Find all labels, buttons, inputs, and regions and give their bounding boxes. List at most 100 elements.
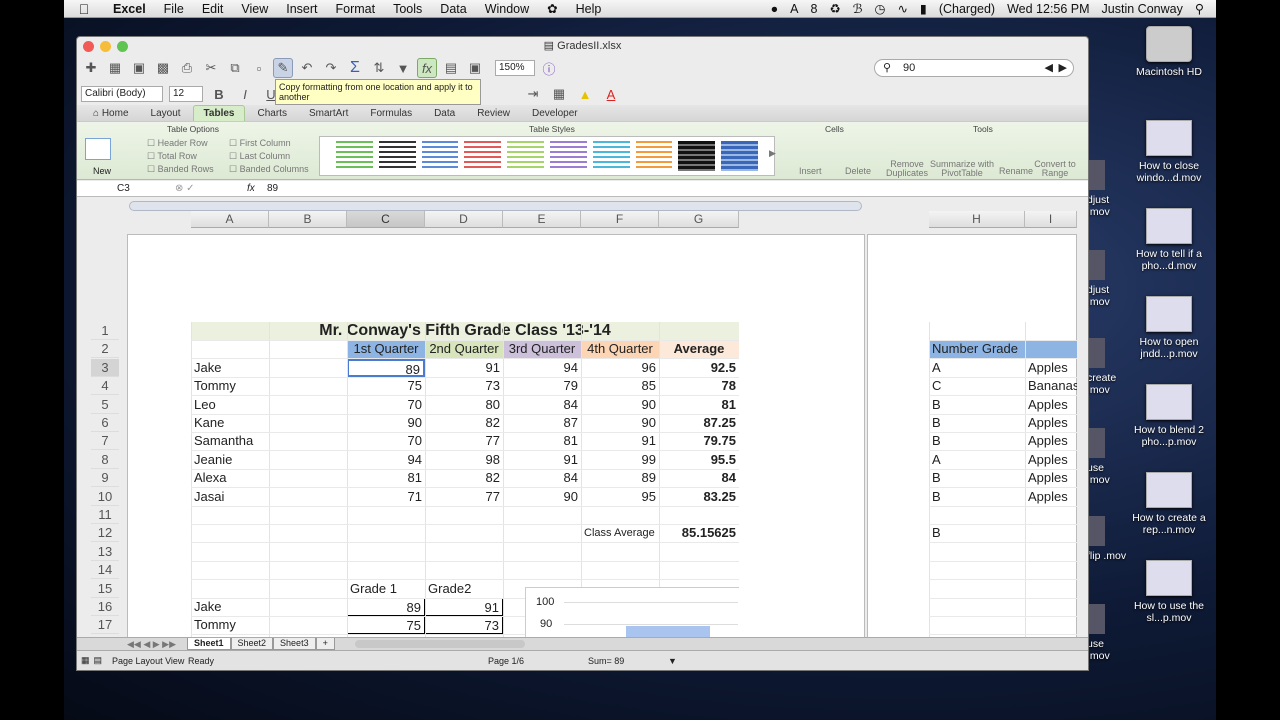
grade-cell[interactable]: 85 bbox=[581, 377, 659, 395]
number-grade-header[interactable]: Number Grade bbox=[929, 340, 1077, 359]
average-cell[interactable]: 83.25 bbox=[659, 488, 739, 506]
grade-cell[interactable]: 90 bbox=[503, 488, 581, 506]
desktop-icon-partial[interactable]: djust .mov bbox=[1087, 160, 1127, 218]
student-name[interactable]: Samantha bbox=[191, 432, 269, 450]
grade-cell[interactable]: 90 bbox=[581, 396, 659, 414]
desktop-icon-partial[interactable]: use .mov bbox=[1087, 604, 1127, 662]
tab-data[interactable]: Data bbox=[424, 106, 465, 121]
average-cell[interactable]: 79.75 bbox=[659, 432, 739, 450]
letter-grade-cell[interactable]: B bbox=[929, 396, 1025, 414]
gallery-icon[interactable]: ▦ bbox=[105, 58, 125, 78]
average-cell[interactable]: 92.5 bbox=[659, 359, 739, 377]
column-label[interactable]: 2nd Quarter bbox=[425, 340, 503, 359]
menu-help[interactable]: Help bbox=[567, 2, 611, 16]
fill-color-icon[interactable]: ▲ bbox=[575, 84, 595, 104]
grade-cell[interactable]: 70 bbox=[347, 396, 425, 414]
column-header-g[interactable]: G bbox=[659, 211, 739, 228]
column-label[interactable]: 3rd Quarter bbox=[503, 340, 581, 359]
column-header-e[interactable]: E bbox=[503, 211, 581, 228]
row-header-7[interactable]: 7 bbox=[91, 432, 119, 451]
grade-cell[interactable]: 77 bbox=[425, 488, 503, 506]
grade-cell[interactable]: 75 bbox=[347, 377, 425, 395]
menu-file[interactable]: File bbox=[155, 2, 193, 16]
summarize-pivot-button[interactable]: Summarize with PivotTable bbox=[929, 160, 995, 178]
student-name[interactable]: Jake bbox=[191, 598, 269, 616]
average-cell[interactable]: 84 bbox=[659, 469, 739, 487]
help-icon[interactable]: ⓘ bbox=[539, 58, 559, 78]
desktop-icon-movie[interactable]: How to create a rep...n.mov bbox=[1114, 472, 1224, 536]
student-name[interactable]: Tommy bbox=[191, 377, 269, 395]
row-header-3[interactable]: 3 bbox=[91, 358, 119, 377]
fruit-cell[interactable]: Apples bbox=[1025, 414, 1077, 432]
sheet-tab-3[interactable]: Sheet3 bbox=[273, 638, 316, 650]
format-painter-icon[interactable]: ✎ bbox=[273, 58, 293, 78]
row-header-2[interactable]: 2 bbox=[91, 340, 119, 359]
grade-cell[interactable]: 89 bbox=[347, 358, 425, 377]
tab-layout[interactable]: Layout bbox=[141, 106, 191, 121]
table-style-swatch[interactable] bbox=[507, 141, 544, 171]
horizontal-scrollbar[interactable] bbox=[354, 640, 525, 648]
grade-cell[interactable]: 98 bbox=[425, 451, 503, 469]
fruit-cell[interactable]: Apples bbox=[1025, 488, 1077, 506]
sync-icon[interactable]: ♻ bbox=[829, 1, 840, 16]
menu-data[interactable]: Data bbox=[431, 2, 475, 16]
redo-icon[interactable]: ↷ bbox=[321, 58, 341, 78]
header-row-option[interactable]: ☐ Header Row bbox=[147, 138, 208, 149]
grade-cell[interactable]: 89 bbox=[347, 598, 425, 616]
horizontal-ruler[interactable] bbox=[129, 201, 862, 211]
battery-status[interactable]: (Charged) bbox=[939, 2, 995, 16]
fruit-cell[interactable]: Apples bbox=[1025, 451, 1077, 469]
student-name[interactable]: Leo bbox=[191, 396, 269, 414]
letter-grade-cell[interactable]: B bbox=[929, 432, 1025, 450]
fruit-cell[interactable]: Bananas bbox=[1025, 377, 1077, 395]
row-header-14[interactable]: 14 bbox=[91, 561, 119, 580]
fruit-cell[interactable]: Apples bbox=[1025, 432, 1077, 450]
grade-cell[interactable]: 96 bbox=[581, 359, 659, 377]
banded-rows-option[interactable]: ☐ Banded Rows bbox=[147, 164, 214, 175]
tab-home[interactable]: ⌂ Home bbox=[83, 106, 139, 121]
grade-cell[interactable]: 91 bbox=[425, 598, 503, 616]
desktop-icon-partial[interactable]: create .mov bbox=[1087, 338, 1127, 396]
column-header-d[interactable]: D bbox=[425, 211, 503, 228]
grade-cell[interactable]: 87 bbox=[503, 414, 581, 432]
formula-builder-icon[interactable]: fx bbox=[417, 58, 437, 78]
student-name[interactable]: Alexa bbox=[191, 469, 269, 487]
letter-grade-cell[interactable]: B bbox=[929, 414, 1025, 432]
desktop-icon-partial[interactable]: use .mov bbox=[1087, 428, 1127, 486]
letter-grade-cell[interactable]: A bbox=[929, 451, 1025, 469]
grade-cell[interactable]: 70 bbox=[347, 432, 425, 450]
tab-charts[interactable]: Charts bbox=[247, 106, 296, 121]
grade-cell[interactable]: 89 bbox=[581, 469, 659, 487]
row-header-15[interactable]: 15 bbox=[91, 580, 119, 598]
save-icon[interactable]: ▩ bbox=[153, 58, 173, 78]
row-header-17[interactable]: 17 bbox=[91, 616, 119, 635]
student-name[interactable]: Jasai bbox=[191, 488, 269, 506]
banded-columns-option[interactable]: ☐ Banded Columns bbox=[229, 164, 309, 175]
row-header-4[interactable]: 4 bbox=[91, 377, 119, 396]
prev-result-icon[interactable]: ◀ bbox=[1045, 60, 1053, 76]
sheet-nav-arrows[interactable]: ◀◀ ◀ ▶ ▶▶ bbox=[77, 639, 187, 650]
student-name[interactable]: Kane bbox=[191, 414, 269, 432]
letter-grade-cell[interactable]: C bbox=[929, 377, 1025, 395]
grade-cell[interactable]: 73 bbox=[425, 616, 503, 635]
print-icon[interactable]: ⎙ bbox=[177, 58, 197, 78]
copy-icon[interactable]: ⧉ bbox=[225, 58, 245, 78]
row-header-13[interactable]: 13 bbox=[91, 543, 119, 561]
page-layout-view-icon[interactable]: ▤ bbox=[94, 655, 103, 666]
table-style-swatch[interactable] bbox=[378, 141, 416, 171]
column-label[interactable]: 1st Quarter bbox=[347, 340, 425, 359]
column-header-c[interactable]: C bbox=[347, 211, 425, 228]
grade-cell[interactable]: 82 bbox=[425, 414, 503, 432]
sheet-tab-1[interactable]: Sheet1 bbox=[187, 638, 231, 650]
menu-app[interactable]: Excel bbox=[104, 2, 155, 16]
grade-cell[interactable]: 94 bbox=[347, 451, 425, 469]
average-cell[interactable]: 95.5 bbox=[659, 451, 739, 469]
menu-tools[interactable]: Tools bbox=[384, 2, 431, 16]
formula-controls-icon[interactable]: ⊗ ✓ bbox=[175, 183, 247, 194]
column-label[interactable]: 4th Quarter bbox=[581, 340, 659, 359]
student-name[interactable]: Jake bbox=[191, 359, 269, 377]
table-styles-gallery[interactable] bbox=[319, 136, 775, 176]
delete-cells-button[interactable]: Delete bbox=[845, 166, 871, 176]
script-menu-icon[interactable]: ✿ bbox=[538, 1, 566, 16]
filter-icon[interactable]: ▼ bbox=[393, 58, 413, 78]
